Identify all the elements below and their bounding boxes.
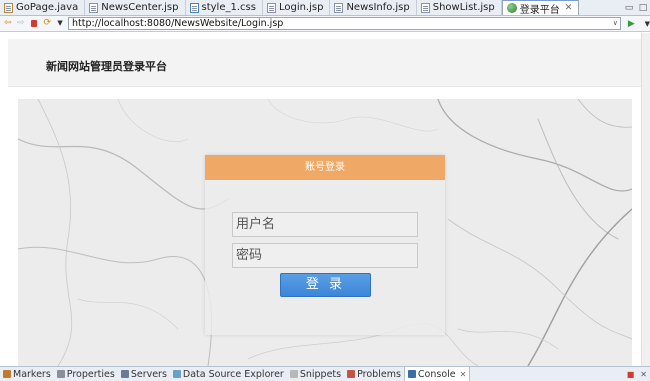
tab-markers[interactable]: Markers	[0, 369, 54, 380]
marble-background-image: 账号登录 用户名 密码 登 录	[18, 99, 632, 366]
terminate-icon[interactable]: ■	[627, 370, 635, 379]
tab-gopage-java[interactable]: GoPage.java	[0, 0, 86, 15]
properties-icon	[56, 370, 65, 378]
tab-showlist-jsp[interactable]: ShowList.jsp	[417, 0, 502, 15]
login-panel-title: 账号登录	[205, 155, 445, 180]
tab-label: 登录平台	[519, 4, 560, 16]
tab-style-css[interactable]: style_1.css	[186, 0, 263, 15]
jsp-file-icon	[89, 2, 99, 13]
tab-label: style_1.css	[201, 2, 256, 13]
minimize-icon[interactable]: ▭	[622, 0, 636, 15]
login-button[interactable]: 登 录	[280, 273, 371, 297]
globe-icon	[506, 3, 517, 13]
vertical-scrollbar[interactable]	[641, 33, 650, 366]
views-tab-bar: Markers Properties Servers Data Source E…	[0, 366, 650, 381]
tab-label: Properties	[66, 368, 115, 380]
url-history-dropdown-icon[interactable]: ∨	[613, 18, 618, 29]
editor-tab-bar: GoPage.java NewsCenter.jsp style_1.css L…	[0, 0, 650, 16]
css-file-icon	[189, 2, 199, 13]
jsp-file-icon	[420, 2, 430, 13]
tab-label: Problems	[357, 368, 401, 380]
username-input[interactable]: 用户名	[232, 212, 418, 237]
site-header: 新闻网站管理员登录平台	[8, 39, 641, 87]
jsp-file-icon	[266, 2, 276, 13]
tab-login-platform[interactable]: 登录平台 ✕	[501, 0, 580, 16]
url-text: http://localhost:8080/NewsWebsite/Login.…	[71, 18, 284, 29]
maximize-icon[interactable]: □	[636, 0, 650, 15]
stop-icon[interactable]	[30, 20, 38, 27]
remove-launch-icon[interactable]: ✕	[640, 370, 647, 379]
data-source-explorer-icon	[172, 370, 181, 378]
tab-newsinfo-jsp[interactable]: NewsInfo.jsp	[330, 0, 417, 15]
tab-label: ShowList.jsp	[432, 2, 495, 13]
tab-label: Login.jsp	[278, 2, 324, 13]
chevron-down-icon[interactable]: ▼	[55, 19, 65, 29]
snippets-icon	[289, 370, 298, 378]
tab-label: NewsInfo.jsp	[346, 2, 410, 13]
tab-label: NewsCenter.jsp	[101, 2, 179, 13]
tab-label: Markers	[13, 368, 51, 380]
tab-label: GoPage.java	[16, 2, 79, 13]
page-title: 新闻网站管理员登录平台	[46, 60, 167, 73]
chevron-down-icon[interactable]: ▼	[645, 20, 650, 28]
refresh-icon[interactable]: ⟳	[42, 19, 52, 29]
web-page-viewport: 新闻网站管理员登录平台 账号登录 用户名 密码 登 录	[0, 33, 650, 366]
tab-console[interactable]: Console ✕	[403, 366, 471, 381]
tab-bar-spacer	[579, 0, 622, 15]
jsp-file-icon	[334, 2, 344, 13]
url-field[interactable]: http://localhost:8080/NewsWebsite/Login.…	[67, 17, 621, 30]
problems-icon	[347, 370, 356, 378]
tab-problems[interactable]: Problems	[344, 369, 404, 380]
tab-label: Servers	[130, 368, 167, 380]
tab-login-jsp[interactable]: Login.jsp	[263, 0, 331, 15]
browser-toolbar: ⇦ ⇨ ⟳ ▼ http://localhost:8080/NewsWebsit…	[0, 16, 650, 32]
close-icon[interactable]: ✕	[565, 3, 573, 13]
forward-arrow-icon[interactable]: ⇨	[16, 19, 26, 29]
close-icon[interactable]: ✕	[460, 370, 467, 379]
tab-label: Data Source Explorer	[182, 368, 284, 380]
tab-label: Snippets	[299, 368, 342, 380]
java-file-icon	[4, 2, 13, 13]
password-input[interactable]: 密码	[232, 243, 418, 268]
tab-snippets[interactable]: Snippets	[287, 369, 344, 380]
tab-data-source-explorer[interactable]: Data Source Explorer	[170, 369, 287, 380]
tab-servers[interactable]: Servers	[118, 369, 170, 380]
markers-icon	[3, 370, 11, 378]
tab-properties[interactable]: Properties	[54, 369, 118, 380]
tab-label: Console	[417, 368, 456, 380]
go-icon[interactable]: ▶	[628, 19, 638, 29]
login-panel: 账号登录 用户名 密码 登 录	[205, 155, 445, 335]
back-arrow-icon[interactable]: ⇦	[3, 19, 13, 29]
servers-icon	[120, 370, 129, 378]
tab-newscenter-jsp[interactable]: NewsCenter.jsp	[85, 0, 186, 15]
console-icon	[407, 370, 416, 378]
